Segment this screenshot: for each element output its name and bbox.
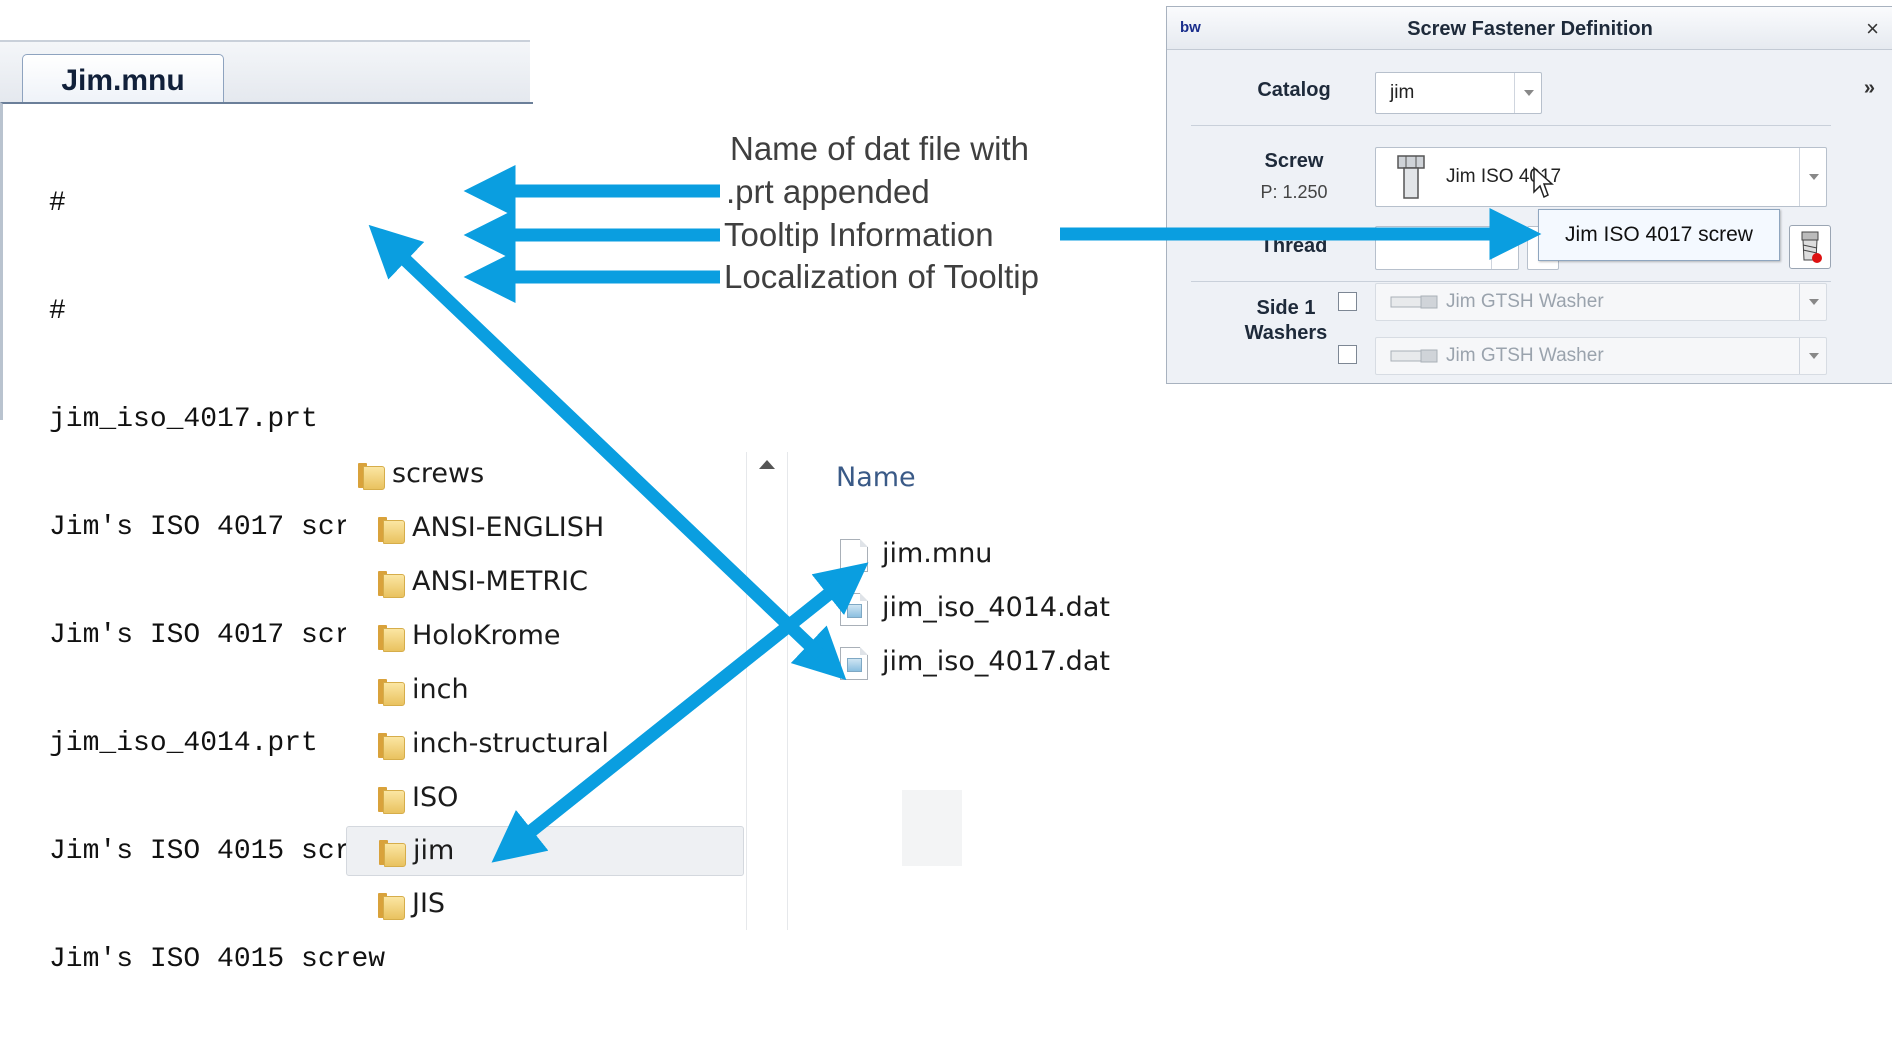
arrow-mnu-to-jim xyxy=(491,579,845,863)
arrow-dat-to-editor xyxy=(368,224,825,660)
annotation-arrows xyxy=(368,165,1542,863)
editor-line: Jim's ISO 4015 screw xyxy=(49,944,386,975)
